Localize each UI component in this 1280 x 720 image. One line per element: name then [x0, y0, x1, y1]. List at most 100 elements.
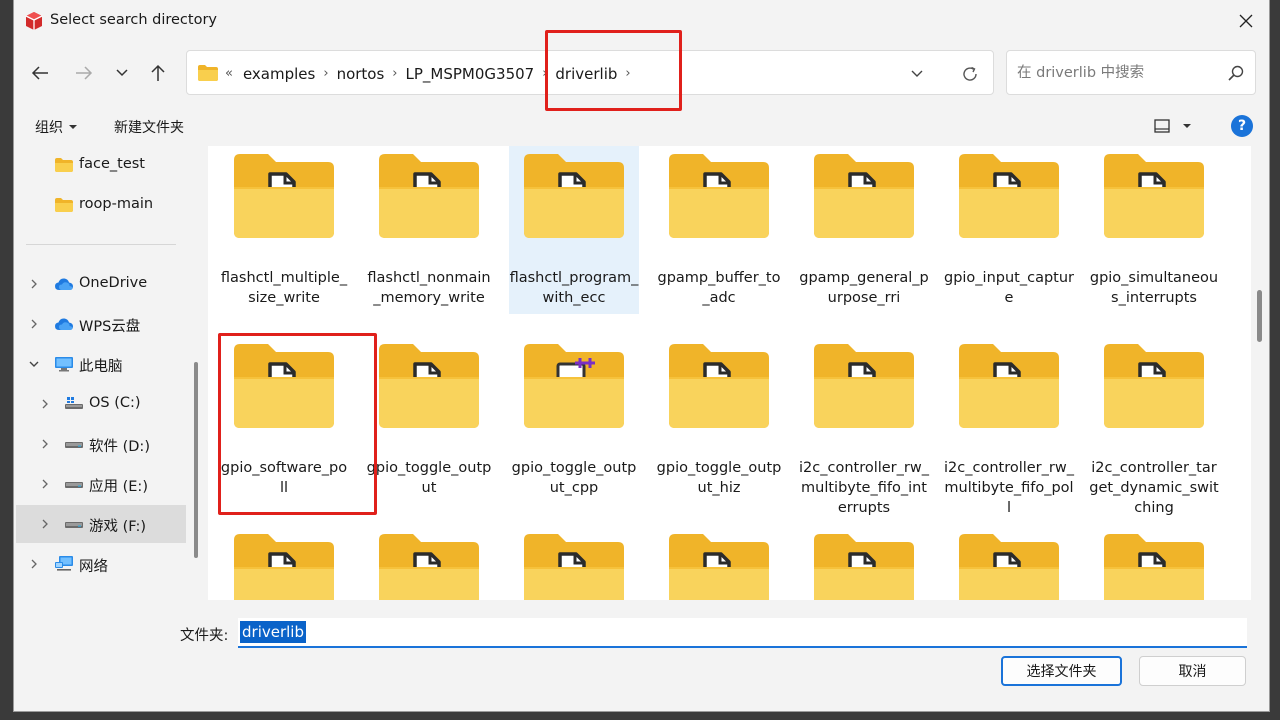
sidebar-icon-wrap: [54, 196, 74, 214]
sidebar-item-0[interactable]: face_test: [16, 146, 186, 184]
sidebar-item-6[interactable]: 软件 (D:): [16, 425, 186, 463]
sidebar-item-7[interactable]: 应用 (E:): [16, 465, 186, 503]
refresh-button[interactable]: [959, 63, 981, 85]
folder-tile[interactable]: gpio_toggle_output_hiz: [654, 334, 784, 504]
folder-tile[interactable]: flashctl_multiple_size_write: [219, 146, 349, 314]
chevron-right-icon[interactable]: ›: [319, 66, 332, 81]
crumb-lp-mspm0g3507[interactable]: LP_MSPM0G3507: [402, 65, 539, 83]
arrow-right-icon: [76, 66, 93, 80]
close-button[interactable]: [1223, 0, 1269, 42]
chevron-right-icon[interactable]: ›: [538, 66, 551, 81]
crumb-nortos[interactable]: nortos: [333, 65, 389, 83]
folder-icon: [524, 344, 624, 428]
organize-menu[interactable]: 组织: [35, 117, 78, 137]
new-folder-button[interactable]: 新建文件夹: [114, 117, 184, 137]
folder-tile[interactable]: i2c_controller_target_dynamic_switching: [1089, 334, 1219, 516]
folder-icon: [234, 344, 334, 428]
folder-tile[interactable]: flashctl_nonmain_memory_write: [364, 146, 494, 314]
folder-icon: [524, 154, 624, 238]
drive-icon: [65, 442, 83, 448]
view-options-button[interactable]: [1154, 116, 1202, 136]
help-button[interactable]: ?: [1231, 115, 1253, 137]
folder-tile[interactable]: gpamp_general_purpose_rri: [799, 146, 929, 314]
recent-locations-button[interactable]: [107, 58, 137, 88]
search-input[interactable]: [1007, 51, 1217, 94]
select-folder-button[interactable]: 选择文件夹: [1001, 656, 1122, 686]
folder-tile[interactable]: gpio_toggle_output_cpp: [509, 334, 639, 504]
chevron-down-icon[interactable]: [28, 358, 40, 370]
folder-tile[interactable]: gpamp_buffer_to_adc: [654, 146, 784, 314]
folder-tile[interactable]: gpio_software_poll: [219, 334, 349, 504]
chevron-right-icon[interactable]: [39, 438, 51, 450]
up-button[interactable]: [143, 58, 173, 88]
folder-icon: [524, 534, 624, 600]
folder-tile[interactable]: gpio_simultaneous_interrupts: [1089, 146, 1219, 314]
address-bar[interactable]: « examples › nortos › LP_MSPM0G3507 › dr…: [186, 50, 994, 95]
forward-button[interactable]: [69, 58, 99, 88]
folder-tile[interactable]: gpio_toggle_output: [364, 334, 494, 504]
address-history-button[interactable]: [907, 64, 927, 84]
sidebar-icon-wrap: [64, 395, 84, 413]
cloud-icon: [55, 318, 73, 330]
back-button[interactable]: [25, 58, 55, 88]
sidebar-item-label: 游戏 (F:): [89, 519, 147, 535]
sidebar-scrollbar[interactable]: [194, 362, 198, 558]
folder-tile[interactable]: i2c_controller_rw_multibyte_fifo_interru…: [799, 334, 929, 516]
cancel-button[interactable]: 取消: [1139, 656, 1246, 686]
folder-icon: [669, 534, 769, 600]
network-icon: [55, 556, 73, 571]
sidebar-icon-wrap: [54, 315, 74, 333]
folder-icon: [234, 534, 334, 600]
content-scrollbar[interactable]: [1257, 290, 1262, 342]
search-box[interactable]: [1006, 50, 1256, 95]
folder-tile[interactable]: [219, 524, 349, 600]
cloud-icon: [55, 278, 73, 290]
chevron-down-icon: [116, 69, 128, 77]
chevron-right-icon[interactable]: ›: [621, 66, 634, 81]
caret-down-icon: [1183, 124, 1191, 128]
folder-name: gpio_simultaneous_interrupts: [1089, 270, 1219, 306]
folder-tile[interactable]: [654, 524, 784, 600]
breadcrumb-overflow[interactable]: «: [223, 66, 239, 81]
sidebar-item-9[interactable]: 网络: [16, 545, 186, 583]
folder-icon: [1104, 344, 1204, 428]
folder-name: i2c_controller_rw_multibyte_fifo_poll: [944, 460, 1074, 516]
folder-icon: [1104, 154, 1204, 238]
chevron-right-icon[interactable]: [28, 558, 40, 570]
sidebar-item-4[interactable]: 此电脑: [16, 345, 186, 383]
folder-name: gpio_toggle_output_hiz: [656, 460, 782, 496]
crumb-examples[interactable]: examples: [239, 65, 319, 83]
sidebar-item-label: 应用 (E:): [89, 479, 148, 495]
sidebar-item-2[interactable]: OneDrive: [16, 265, 186, 303]
folder-name-input[interactable]: [238, 618, 1247, 646]
sidebar-item-3[interactable]: WPS云盘: [16, 305, 186, 343]
folder-tile[interactable]: [944, 524, 1074, 600]
folder-tile[interactable]: [799, 524, 929, 600]
folder-tile[interactable]: [509, 524, 639, 600]
close-icon: [1239, 14, 1253, 28]
folder-tile[interactable]: [364, 524, 494, 600]
sidebar-item-1[interactable]: roop-main: [16, 186, 186, 224]
sidebar-item-label: 软件 (D:): [89, 439, 150, 455]
chevron-right-icon[interactable]: [39, 478, 51, 490]
folder-tile[interactable]: flashctl_program_with_ecc: [509, 146, 639, 314]
chevron-right-icon[interactable]: ›: [388, 66, 401, 81]
sidebar-item-8[interactable]: 游戏 (F:): [16, 505, 186, 543]
search-icon[interactable]: [1227, 64, 1245, 82]
caret-down-icon: [69, 125, 77, 129]
refresh-icon: [963, 66, 977, 81]
chevron-right-icon[interactable]: [39, 398, 51, 410]
folder-tile[interactable]: i2c_controller_rw_multibyte_fifo_poll: [944, 334, 1074, 516]
chevron-right-icon[interactable]: [39, 518, 51, 530]
folder-icon: [814, 154, 914, 238]
folder-field[interactable]: driverlib: [238, 618, 1247, 648]
folder-tile[interactable]: gpio_input_capture: [944, 146, 1074, 314]
windows-drive-icon: [65, 397, 83, 409]
drive-icon: [65, 482, 83, 488]
folder-tile[interactable]: [1089, 524, 1219, 600]
folder-icon: [379, 344, 479, 428]
chevron-right-icon[interactable]: [28, 278, 40, 290]
sidebar-item-5[interactable]: OS (C:): [16, 385, 186, 423]
crumb-driverlib[interactable]: driverlib: [551, 65, 621, 83]
chevron-right-icon[interactable]: [28, 318, 40, 330]
